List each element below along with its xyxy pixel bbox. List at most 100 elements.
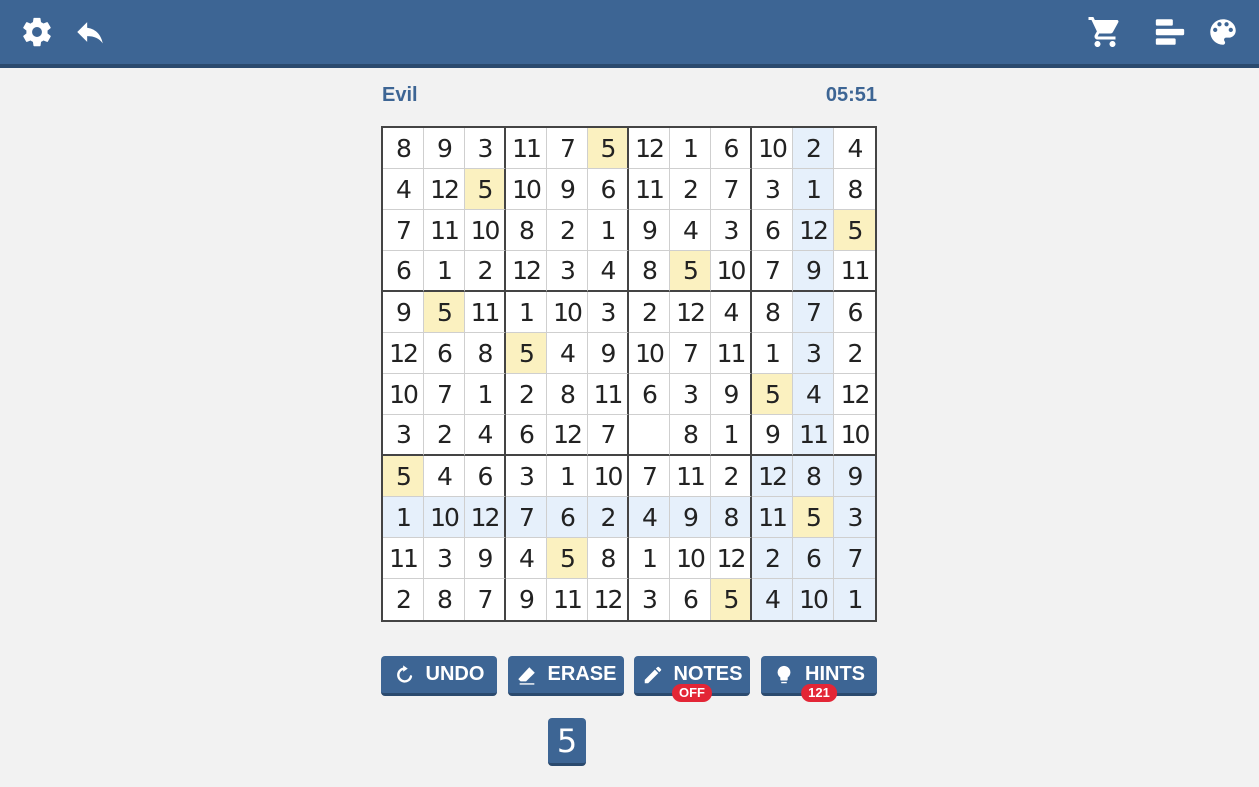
board-cell[interactable]: 8: [588, 538, 629, 579]
undo-button[interactable]: UNDO: [381, 656, 497, 696]
board-cell[interactable]: 2: [793, 128, 834, 169]
number-key-5[interactable]: 5: [548, 718, 586, 766]
board-cell[interactable]: 6: [588, 169, 629, 210]
board-cell[interactable]: 11: [834, 251, 875, 292]
board-cell[interactable]: 4: [793, 374, 834, 415]
board-cell[interactable]: 4: [711, 292, 752, 333]
board-cell[interactable]: 8: [465, 333, 506, 374]
board-cell[interactable]: 2: [383, 579, 424, 620]
board-cell[interactable]: 6: [465, 456, 506, 497]
board-cell[interactable]: 11: [711, 333, 752, 374]
board-cell[interactable]: 1: [752, 333, 793, 374]
board-cell[interactable]: 6: [383, 251, 424, 292]
board-cell[interactable]: 6: [506, 415, 547, 456]
notes-button[interactable]: NOTES OFF: [634, 656, 750, 702]
board-cell[interactable]: 11: [670, 456, 711, 497]
undo-arrow-icon[interactable]: [70, 12, 110, 52]
board-cell[interactable]: 3: [424, 538, 465, 579]
board-cell[interactable]: 12: [465, 497, 506, 538]
board-cell[interactable]: 7: [834, 538, 875, 579]
board-cell[interactable]: 8: [752, 292, 793, 333]
board-cell[interactable]: 11: [588, 374, 629, 415]
board-cell[interactable]: 8: [506, 210, 547, 251]
board-cell[interactable]: 2: [670, 169, 711, 210]
board-cell[interactable]: 1: [588, 210, 629, 251]
board-cell[interactable]: 8: [424, 579, 465, 620]
board-cell[interactable]: 10: [629, 333, 670, 374]
board-cell[interactable]: 7: [588, 415, 629, 456]
board-cell[interactable]: 10: [793, 579, 834, 620]
board-cell[interactable]: 9: [424, 128, 465, 169]
board-cell[interactable]: 10: [465, 210, 506, 251]
board-cell[interactable]: 3: [506, 456, 547, 497]
board-cell[interactable]: 5: [424, 292, 465, 333]
board-cell[interactable]: 11: [629, 169, 670, 210]
board-cell[interactable]: 8: [547, 374, 588, 415]
board-cell[interactable]: 7: [793, 292, 834, 333]
board-cell[interactable]: 11: [547, 579, 588, 620]
board-cell[interactable]: 11: [383, 538, 424, 579]
board-cell[interactable]: 4: [834, 128, 875, 169]
board-cell[interactable]: 10: [752, 128, 793, 169]
board-cell[interactable]: 3: [629, 579, 670, 620]
board-cell[interactable]: 4: [547, 333, 588, 374]
board-cell[interactable]: 3: [588, 292, 629, 333]
board-cell[interactable]: 2: [465, 251, 506, 292]
board-cell[interactable]: 10: [547, 292, 588, 333]
board-cell[interactable]: 9: [465, 538, 506, 579]
board-cell[interactable]: 8: [711, 497, 752, 538]
board-cell[interactable]: 12: [506, 251, 547, 292]
board-cell[interactable]: 4: [506, 538, 547, 579]
board-cell[interactable]: 11: [465, 292, 506, 333]
board-cell[interactable]: 9: [711, 374, 752, 415]
board-cell[interactable]: 3: [834, 497, 875, 538]
cart-icon[interactable]: [1085, 12, 1125, 52]
board-cell[interactable]: 5: [834, 210, 875, 251]
board-cell[interactable]: 6: [424, 333, 465, 374]
board-cell[interactable]: [629, 415, 670, 456]
board-cell[interactable]: 3: [752, 169, 793, 210]
board-cell[interactable]: 6: [711, 128, 752, 169]
erase-button[interactable]: ERASE: [508, 656, 624, 696]
board-cell[interactable]: 11: [752, 497, 793, 538]
board-cell[interactable]: 5: [383, 456, 424, 497]
board-cell[interactable]: 1: [834, 579, 875, 620]
board-cell[interactable]: 12: [547, 415, 588, 456]
board-cell[interactable]: 3: [465, 128, 506, 169]
board-cell[interactable]: 12: [670, 292, 711, 333]
board-cell[interactable]: 4: [465, 415, 506, 456]
board-cell[interactable]: 11: [506, 128, 547, 169]
board-cell[interactable]: 3: [383, 415, 424, 456]
board-cell[interactable]: 5: [465, 169, 506, 210]
board-cell[interactable]: 12: [711, 538, 752, 579]
board-cell[interactable]: 9: [793, 251, 834, 292]
board-cell[interactable]: 6: [834, 292, 875, 333]
board-cell[interactable]: 9: [383, 292, 424, 333]
board-cell[interactable]: 9: [670, 497, 711, 538]
board-cell[interactable]: 4: [588, 251, 629, 292]
palette-icon[interactable]: [1203, 12, 1243, 52]
board-cell[interactable]: 2: [629, 292, 670, 333]
board-cell[interactable]: 9: [752, 415, 793, 456]
board-cell[interactable]: 1: [793, 169, 834, 210]
board-cell[interactable]: 7: [424, 374, 465, 415]
board-cell[interactable]: 7: [711, 169, 752, 210]
board-cell[interactable]: 6: [670, 579, 711, 620]
board-cell[interactable]: 11: [793, 415, 834, 456]
board-cell[interactable]: 10: [383, 374, 424, 415]
board-cell[interactable]: 5: [711, 579, 752, 620]
board-cell[interactable]: 12: [793, 210, 834, 251]
board-cell[interactable]: 12: [752, 456, 793, 497]
board-cell[interactable]: 10: [424, 497, 465, 538]
board-cell[interactable]: 12: [629, 128, 670, 169]
board-cell[interactable]: 3: [793, 333, 834, 374]
board-cell[interactable]: 6: [752, 210, 793, 251]
board-cell[interactable]: 1: [383, 497, 424, 538]
board-cell[interactable]: 2: [547, 210, 588, 251]
board-cell[interactable]: 1: [711, 415, 752, 456]
board-cell[interactable]: 7: [383, 210, 424, 251]
board-cell[interactable]: 9: [588, 333, 629, 374]
board-cell[interactable]: 4: [424, 456, 465, 497]
board-cell[interactable]: 7: [465, 579, 506, 620]
board-cell[interactable]: 9: [506, 579, 547, 620]
